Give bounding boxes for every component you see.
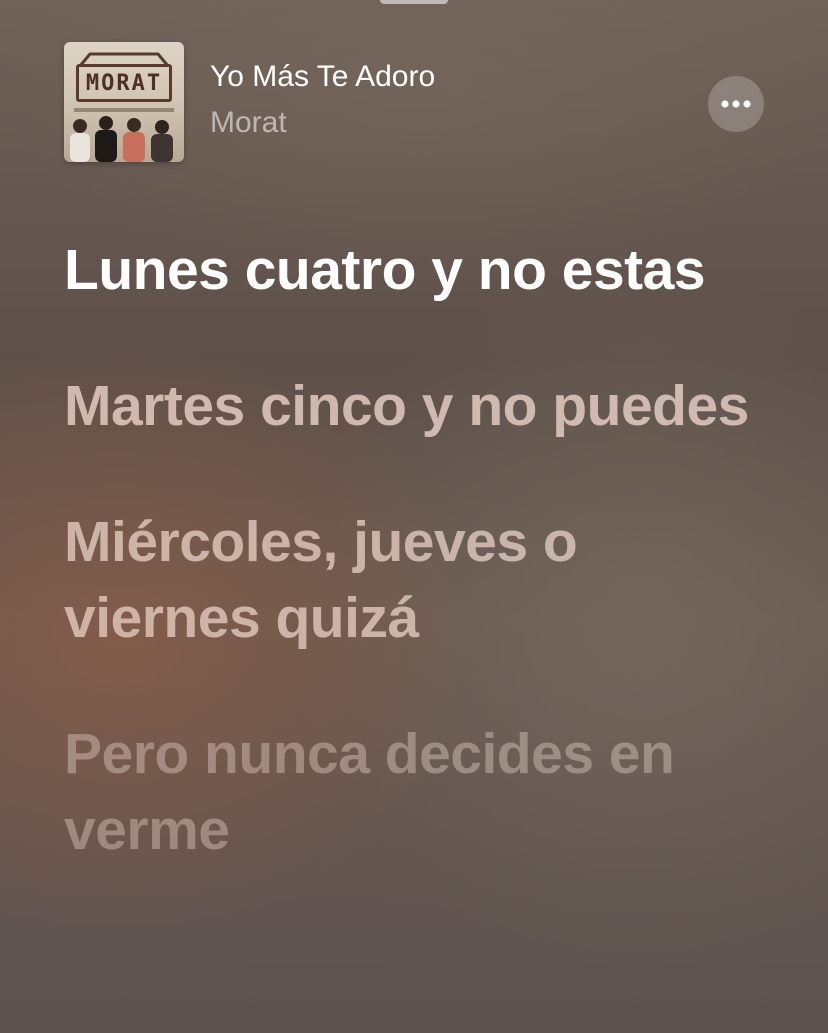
band-photo	[70, 116, 173, 162]
lyrics-panel: Lunes cuatro y no estas Martes cinco y n…	[64, 232, 764, 928]
track-title[interactable]: Yo Más Te Adoro	[210, 60, 435, 94]
album-artwork[interactable]: MORAT	[64, 42, 184, 162]
lyric-line-current[interactable]: Lunes cuatro y no estas	[64, 232, 764, 308]
lyric-line[interactable]: Miércoles, jueves o viernes quizá	[64, 504, 764, 656]
more-options-button[interactable]	[708, 76, 764, 132]
ellipsis-icon	[721, 100, 751, 108]
lyric-line[interactable]: Pero nunca decides en verme	[64, 716, 764, 868]
track-artist[interactable]: Morat	[210, 106, 287, 140]
album-logo-text: MORAT	[85, 70, 163, 96]
sheet-grabber[interactable]	[380, 0, 448, 4]
now-playing-header: MORAT Yo Más Te Adoro Morat	[64, 42, 764, 164]
lyric-line[interactable]: Martes cinco y no puedes	[64, 368, 764, 444]
album-logo: MORAT	[76, 64, 172, 102]
